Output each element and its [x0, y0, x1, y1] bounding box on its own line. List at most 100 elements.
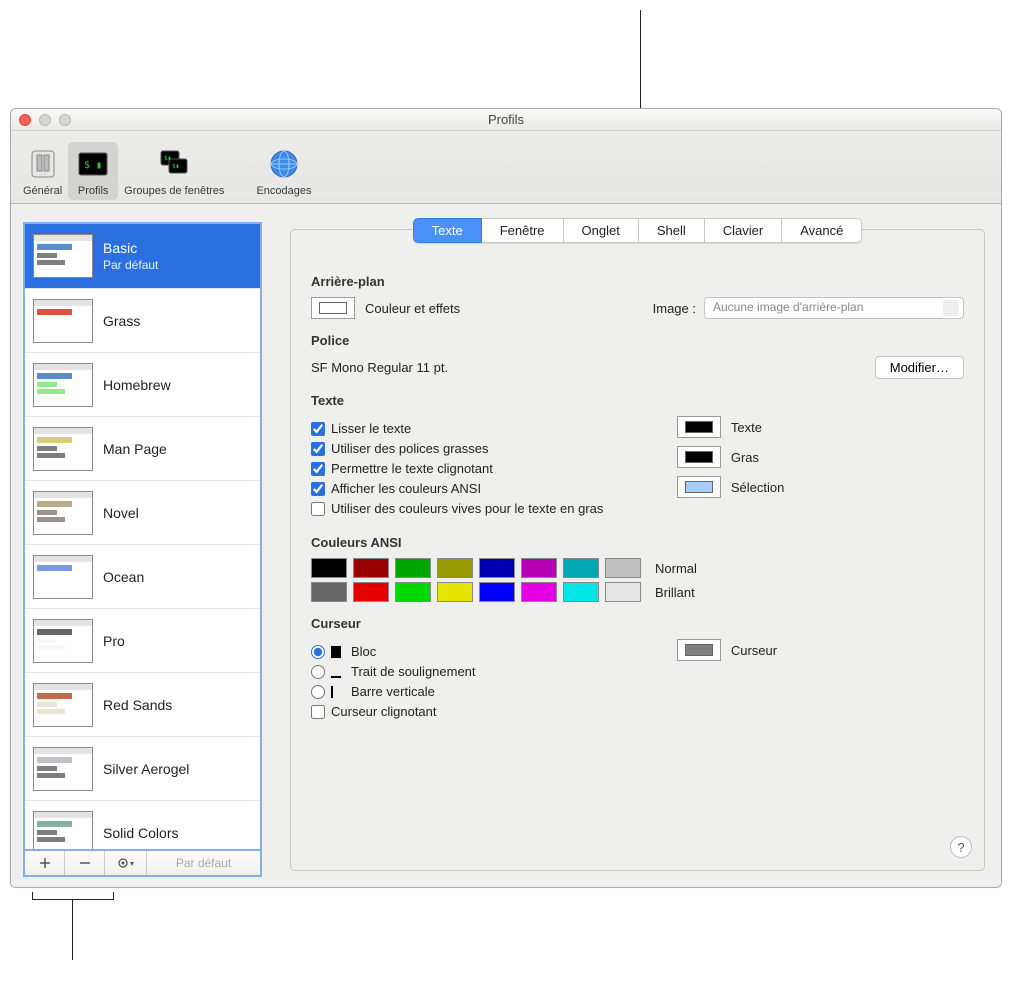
ansi-swatch-1-1[interactable] [353, 582, 389, 602]
ansi-swatch-1-4[interactable] [479, 582, 515, 602]
svg-text:$▮: $▮ [164, 155, 171, 162]
toolbar-window-groups[interactable]: $▮$▮ Groupes de fenêtres [118, 142, 230, 200]
section-text: Texte [311, 393, 964, 408]
ansi-swatch-1-0[interactable] [311, 582, 347, 602]
checkbox[interactable] [311, 462, 325, 476]
tab-shell[interactable]: Shell [639, 218, 705, 243]
cursor-radio-0[interactable]: Bloc [311, 644, 627, 659]
cursor-shape-icon [331, 646, 341, 658]
text-color-well-0[interactable] [677, 416, 721, 438]
profile-name: Pro [103, 633, 125, 649]
toolbar-label: Général [23, 185, 62, 197]
ansi-swatch-0-0[interactable] [311, 558, 347, 578]
cursor-well-label: Curseur [731, 643, 777, 658]
checkbox[interactable] [311, 422, 325, 436]
ansi-swatch-0-2[interactable] [395, 558, 431, 578]
profile-name: Silver Aerogel [103, 761, 189, 777]
text-check-2[interactable]: Permettre le texte clignotant [311, 461, 627, 476]
default-button[interactable]: Par défaut [147, 851, 260, 875]
check-label: Curseur clignotant [331, 704, 437, 719]
checkbox[interactable] [311, 502, 325, 516]
cursor-blink-check[interactable]: Curseur clignotant [311, 704, 627, 719]
text-color-well-2[interactable] [677, 476, 721, 498]
cursor-color-well[interactable] [677, 639, 721, 661]
gear-icon [117, 857, 135, 869]
add-button[interactable] [25, 851, 65, 875]
profile-row-solid-colors[interactable]: Solid Colors [25, 800, 260, 851]
ansi-swatch-1-5[interactable] [521, 582, 557, 602]
section-font: Police [311, 333, 964, 348]
color-effects-label: Couleur et effets [365, 301, 460, 316]
ansi-swatch-0-4[interactable] [479, 558, 515, 578]
svg-text:$ ▮: $ ▮ [84, 160, 102, 171]
tab-texte[interactable]: Texte [413, 218, 482, 243]
profile-name: Red Sands [103, 697, 172, 713]
ansi-swatch-0-6[interactable] [563, 558, 599, 578]
profile-sidebar: BasicPar défautGrass Homebrew Man PageNove… [11, 204, 274, 887]
windows-icon: $▮$▮ [155, 145, 193, 183]
text-check-0[interactable]: Lisser le texte [311, 421, 627, 436]
select-value: Aucune image d'arrière-plan [713, 300, 863, 314]
ansi-swatch-1-3[interactable] [437, 582, 473, 602]
ansi-swatch-0-3[interactable] [437, 558, 473, 578]
tab-group: TexteFenêtreOngletShellClavierAvancé [413, 218, 863, 243]
cursor-radio-1[interactable]: Trait de soulignement [311, 664, 627, 679]
globe-icon [265, 145, 303, 183]
ansi-swatch-0-5[interactable] [521, 558, 557, 578]
tab-fenêtre[interactable]: Fenêtre [482, 218, 564, 243]
tab-clavier[interactable]: Clavier [705, 218, 782, 243]
profile-row-pro[interactable]: Pro [25, 608, 260, 672]
checkbox[interactable] [311, 442, 325, 456]
profile-row-basic[interactable]: BasicPar défaut [25, 224, 260, 288]
profile-row-man-page[interactable]: Man Page [25, 416, 260, 480]
background-color-well[interactable] [311, 297, 355, 319]
profile-thumbnail [33, 363, 93, 407]
profile-name: Homebrew [103, 377, 171, 393]
toolbar-general[interactable]: Général [17, 142, 68, 200]
profile-row-silver-aerogel[interactable]: Silver Aerogel [25, 736, 260, 800]
profile-list[interactable]: BasicPar défautGrass Homebrew Man PageNove… [23, 222, 262, 851]
toolbar-encodings[interactable]: Encodages [250, 142, 317, 200]
ansi-row-label: Brillant [655, 585, 695, 600]
checkbox[interactable] [311, 705, 325, 719]
modify-font-button[interactable]: Modifier… [875, 356, 964, 379]
profile-thumbnail [33, 427, 93, 471]
profile-thumbnail [33, 555, 93, 599]
profile-thumbnail [33, 234, 93, 278]
cursor-radio-2[interactable]: Barre verticale [311, 684, 627, 699]
profile-row-homebrew[interactable]: Homebrew [25, 352, 260, 416]
remove-button[interactable] [65, 851, 105, 875]
chevron-updown-icon: ▲▼ [948, 303, 956, 315]
profile-thumbnail [33, 491, 93, 535]
window-title: Profils [11, 112, 1001, 127]
profile-row-red-sands[interactable]: Red Sands [25, 672, 260, 736]
text-check-1[interactable]: Utiliser des polices grasses [311, 441, 627, 456]
action-menu[interactable] [105, 851, 147, 875]
profile-thumbnail [33, 747, 93, 791]
minus-icon [79, 857, 91, 869]
profile-thumbnail [33, 299, 93, 343]
tab-avancé[interactable]: Avancé [782, 218, 862, 243]
ansi-swatch-1-6[interactable] [563, 582, 599, 602]
ansi-swatch-1-7[interactable] [605, 582, 641, 602]
ansi-swatch-0-1[interactable] [353, 558, 389, 578]
text-check-4[interactable]: Utiliser des couleurs vives pour le text… [311, 501, 627, 516]
toolbar-profiles[interactable]: $ ▮ Profils [68, 142, 118, 200]
text-color-well-1[interactable] [677, 446, 721, 468]
background-image-select[interactable]: Aucune image d'arrière-plan ▲▼ [704, 297, 964, 319]
radio[interactable] [311, 645, 325, 659]
tab-onglet[interactable]: Onglet [564, 218, 639, 243]
check-label: Utiliser des couleurs vives pour le text… [331, 501, 603, 516]
ansi-swatch-1-2[interactable] [395, 582, 431, 602]
radio[interactable] [311, 665, 325, 679]
titlebar[interactable]: Profils [11, 109, 1001, 131]
radio[interactable] [311, 685, 325, 699]
profile-row-ocean[interactable]: Ocean [25, 544, 260, 608]
text-check-3[interactable]: Afficher les couleurs ANSI [311, 481, 627, 496]
checkbox[interactable] [311, 482, 325, 496]
profile-row-grass[interactable]: Grass [25, 288, 260, 352]
help-button[interactable]: ? [950, 836, 972, 858]
profile-row-novel[interactable]: Novel [25, 480, 260, 544]
ansi-row-label: Normal [655, 561, 697, 576]
ansi-swatch-0-7[interactable] [605, 558, 641, 578]
